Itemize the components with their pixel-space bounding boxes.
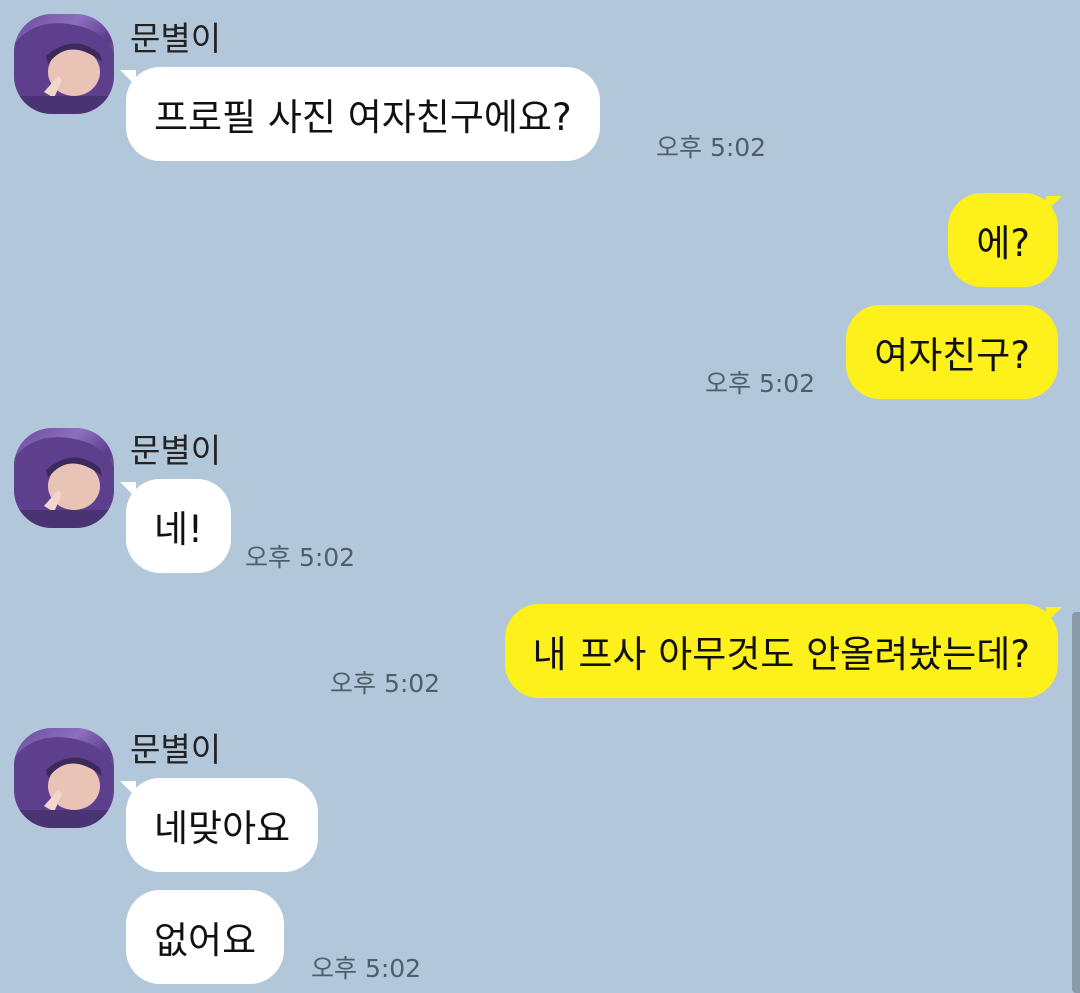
message-text: 프로필 사진 여자친구에요? bbox=[154, 96, 572, 139]
message-text: 없어요 bbox=[154, 919, 257, 962]
sender-avatar[interactable] bbox=[14, 428, 114, 528]
sender-name: 문별이 bbox=[130, 19, 222, 58]
message-bubble-incoming[interactable]: 프로필 사진 여자친구에요? bbox=[126, 67, 600, 161]
sender-avatar[interactable] bbox=[14, 14, 114, 114]
message-timestamp: 오후 5:02 bbox=[245, 543, 356, 572]
message-bubble-incoming[interactable]: 네! bbox=[126, 479, 231, 573]
sender-name: 문별이 bbox=[130, 431, 222, 470]
chat-room[interactable]: 문별이 프로필 사진 여자친구에요? 오후 5:02 에? 여자친구? 오후 5… bbox=[0, 0, 1080, 993]
message-bubble-outgoing[interactable]: 내 프사 아무것도 안올려놨는데? bbox=[504, 604, 1058, 698]
message-timestamp: 오후 5:02 bbox=[330, 669, 441, 698]
sender-avatar[interactable] bbox=[14, 728, 114, 828]
message-timestamp: 오후 5:02 bbox=[705, 369, 816, 398]
message-text: 네! bbox=[154, 508, 203, 551]
message-text: 에? bbox=[976, 222, 1030, 265]
message-bubble-incoming[interactable]: 없어요 bbox=[126, 890, 285, 984]
message-timestamp: 오후 5:02 bbox=[656, 133, 767, 162]
message-text: 내 프사 아무것도 안올려놨는데? bbox=[532, 633, 1030, 676]
message-timestamp: 오후 5:02 bbox=[311, 954, 422, 983]
sender-name: 문별이 bbox=[130, 730, 222, 769]
message-bubble-outgoing[interactable]: 에? bbox=[948, 193, 1058, 287]
scrollbar[interactable] bbox=[1072, 612, 1080, 993]
message-text: 여자친구? bbox=[874, 334, 1030, 377]
message-bubble-outgoing[interactable]: 여자친구? bbox=[846, 305, 1058, 399]
message-bubble-incoming[interactable]: 네맞아요 bbox=[126, 778, 319, 872]
message-text: 네맞아요 bbox=[154, 807, 291, 850]
